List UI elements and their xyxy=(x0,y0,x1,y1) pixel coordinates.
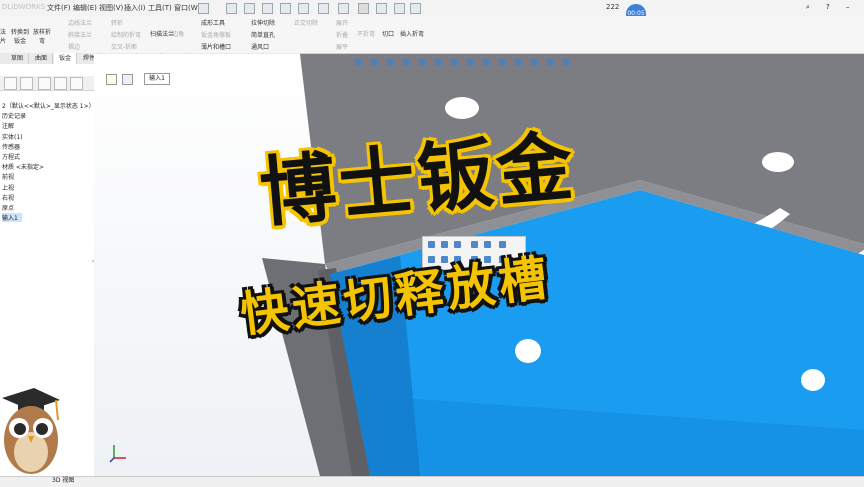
tab-0[interactable]: 草图 xyxy=(6,53,30,64)
bottom-hole-2 xyxy=(801,369,825,391)
tree-item[interactable]: 注解 xyxy=(2,121,14,130)
swept-flange-button[interactable]: 扫描法兰 xyxy=(150,29,174,38)
new-doc-icon[interactable] xyxy=(244,3,255,14)
menu-item[interactable]: 窗口(W) xyxy=(174,3,200,13)
vent-button[interactable]: 通风口 xyxy=(251,42,269,51)
menu-item[interactable]: 文件(F) xyxy=(47,3,71,13)
miter-flange-button[interactable]: 斜接法兰 xyxy=(68,30,92,39)
feature-tree-icon[interactable] xyxy=(4,77,17,90)
heads-up-icons[interactable] xyxy=(355,58,585,67)
tree-item[interactable]: 右视 xyxy=(2,193,14,202)
tree-item[interactable]: 前视 xyxy=(2,172,14,181)
rip-button[interactable]: 切口 xyxy=(382,29,394,38)
property-manager-icon[interactable] xyxy=(20,77,33,90)
menu-item[interactable]: 工具(T) xyxy=(148,3,172,13)
help-icon[interactable]: ? xyxy=(826,3,830,11)
tab-1[interactable]: 曲面 xyxy=(30,53,54,64)
home-icon[interactable] xyxy=(226,3,237,14)
bottom-hole-1 xyxy=(515,339,541,363)
minimize-icon[interactable]: – xyxy=(846,3,850,11)
ribbon-col1[interactable]: 法片 xyxy=(0,27,6,45)
undo-icon[interactable] xyxy=(318,3,329,14)
menu-item[interactable]: 插入(I) xyxy=(124,3,146,13)
tree-item[interactable]: 原点 xyxy=(2,203,14,212)
heads-up-toolbar[interactable] xyxy=(355,58,585,67)
tree-item[interactable]: 2（默认<<默认>_显示状态 1>） xyxy=(2,101,95,110)
tree-item[interactable]: 输入1 xyxy=(2,213,22,223)
edge-flange-button[interactable]: 边线法兰 xyxy=(68,18,92,27)
owl-mascot-icon xyxy=(2,388,60,474)
config-manager-icon[interactable] xyxy=(38,77,51,90)
breadcrumb-feature[interactable]: 输入1 xyxy=(144,73,170,85)
status-bar xyxy=(0,476,864,487)
tree-item[interactable]: 方程式 xyxy=(2,152,20,161)
tree-item[interactable]: 历史记录 xyxy=(2,111,26,120)
search-icon[interactable]: ⌕ xyxy=(806,3,810,12)
appearance-icon[interactable] xyxy=(70,77,83,90)
open-icon[interactable] xyxy=(262,3,273,14)
hem-button[interactable]: 褶边 xyxy=(68,42,80,51)
tab-and-slot-button[interactable]: 薄片和槽口 xyxy=(201,42,231,51)
tab-2[interactable]: 钣金 xyxy=(54,53,78,64)
select-icon[interactable] xyxy=(358,3,369,14)
top-hole-2 xyxy=(762,152,794,172)
tree-item[interactable]: 材质 <未指定> xyxy=(2,162,44,171)
sketched-bend-button[interactable]: 绘制的折弯 xyxy=(111,30,141,39)
save-icon[interactable] xyxy=(280,3,291,14)
flatten-button[interactable]: 展平 xyxy=(336,42,348,51)
print-icon[interactable] xyxy=(298,3,309,14)
view-tab-3d[interactable]: 3D 视图 xyxy=(52,476,74,486)
normal-cut-button[interactable]: 正交切除 xyxy=(294,18,318,27)
menu-item[interactable]: 编辑(E) xyxy=(73,3,97,13)
zoom-value: 222 xyxy=(606,3,620,11)
forming-tool-button[interactable]: 成形工具 xyxy=(201,18,225,27)
fold-button[interactable]: 折叠 xyxy=(336,30,348,39)
breadcrumb-part-icon[interactable] xyxy=(106,74,117,85)
redo-icon[interactable] xyxy=(338,3,349,14)
simple-hole-button[interactable]: 简单直孔 xyxy=(251,30,275,39)
sheetmetal-gusset-button[interactable]: 钣金角撑板 xyxy=(201,30,231,39)
insert-bends-button[interactable]: 插入折弯 xyxy=(400,29,424,38)
dimxpert-icon[interactable] xyxy=(54,77,67,90)
tree-item[interactable]: 传感器 xyxy=(2,142,20,151)
tree-item[interactable]: 实体(1) xyxy=(2,132,23,141)
extruded-cut-button[interactable]: 拉伸切除 xyxy=(251,18,275,27)
pin-icon[interactable] xyxy=(198,3,209,14)
menu-item[interactable]: 视图(V) xyxy=(99,3,123,13)
corners-button[interactable]: 边角 xyxy=(172,29,184,38)
lofted-bend-button[interactable]: 放样折弯 xyxy=(33,27,51,45)
cross-break-button[interactable]: 交叉-折断 xyxy=(111,42,137,51)
jog-button[interactable]: 转折 xyxy=(111,18,123,27)
convert-to-sheetmetal-button[interactable]: 转换到 钣金 xyxy=(11,27,29,45)
rebuild-icon[interactable] xyxy=(376,3,387,14)
options-gear-icon[interactable] xyxy=(410,3,421,14)
no-bends-button[interactable]: 不折弯 xyxy=(357,29,375,38)
file-props-icon[interactable] xyxy=(394,3,405,14)
unfold-button[interactable]: 展开 xyxy=(336,18,348,27)
tree-item[interactable]: 上视 xyxy=(2,183,14,192)
app-logo: DLIDWORKS xyxy=(2,3,46,11)
breadcrumb-body-icon[interactable] xyxy=(122,74,133,85)
axis-triad-icon xyxy=(109,445,126,463)
